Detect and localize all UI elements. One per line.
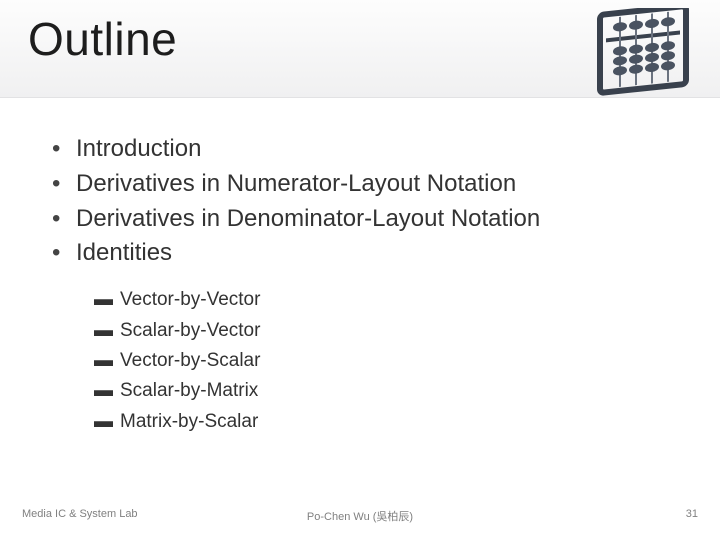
content-area: •Introduction •Derivatives in Numerator-… bbox=[52, 132, 680, 437]
dash-marker: ▬ bbox=[94, 285, 120, 315]
list-item-label: Derivatives in Numerator-Layout Notation bbox=[76, 170, 516, 197]
dash-marker: ▬ bbox=[94, 316, 120, 346]
list-item: ▬Scalar-by-Vector bbox=[94, 316, 680, 346]
abacus-icon bbox=[590, 8, 700, 113]
footer-page-number: 31 bbox=[686, 508, 698, 520]
dash-marker: ▬ bbox=[94, 376, 120, 406]
dash-marker: ▬ bbox=[94, 407, 120, 437]
list-item-label: Scalar-by-Vector bbox=[120, 320, 260, 341]
outline-sublist: ▬Vector-by-Vector ▬Scalar-by-Vector ▬Vec… bbox=[94, 285, 680, 437]
bullet-marker: • bbox=[52, 167, 76, 202]
list-item-label: Vector-by-Vector bbox=[120, 289, 260, 310]
outline-list: •Introduction •Derivatives in Numerator-… bbox=[52, 132, 680, 271]
list-item-label: Identities bbox=[76, 239, 172, 266]
list-item: •Identities bbox=[52, 236, 680, 271]
list-item: ▬Vector-by-Vector bbox=[94, 285, 680, 315]
list-item: ▬Matrix-by-Scalar bbox=[94, 407, 680, 437]
bullet-marker: • bbox=[52, 132, 76, 167]
list-item-label: Vector-by-Scalar bbox=[120, 350, 260, 371]
list-item-label: Introduction bbox=[76, 135, 201, 162]
title-band: Outline bbox=[0, 0, 720, 98]
list-item-label: Scalar-by-Matrix bbox=[120, 380, 258, 401]
bullet-marker: • bbox=[52, 236, 76, 271]
list-item-label: Matrix-by-Scalar bbox=[120, 411, 258, 432]
list-item: ▬Scalar-by-Matrix bbox=[94, 376, 680, 406]
bullet-marker: • bbox=[52, 202, 76, 237]
slide: Outline bbox=[0, 0, 720, 540]
footer: Media IC & System Lab Po-Chen Wu (吳柏辰) 3… bbox=[0, 508, 720, 528]
list-item: •Derivatives in Denominator-Layout Notat… bbox=[52, 202, 680, 237]
dash-marker: ▬ bbox=[94, 346, 120, 376]
page-title: Outline bbox=[28, 12, 177, 66]
list-item: •Introduction bbox=[52, 132, 680, 167]
footer-center: Po-Chen Wu (吳柏辰) bbox=[0, 508, 720, 524]
list-item-label: Derivatives in Denominator-Layout Notati… bbox=[76, 205, 540, 232]
list-item: •Derivatives in Numerator-Layout Notatio… bbox=[52, 167, 680, 202]
list-item: ▬Vector-by-Scalar bbox=[94, 346, 680, 376]
